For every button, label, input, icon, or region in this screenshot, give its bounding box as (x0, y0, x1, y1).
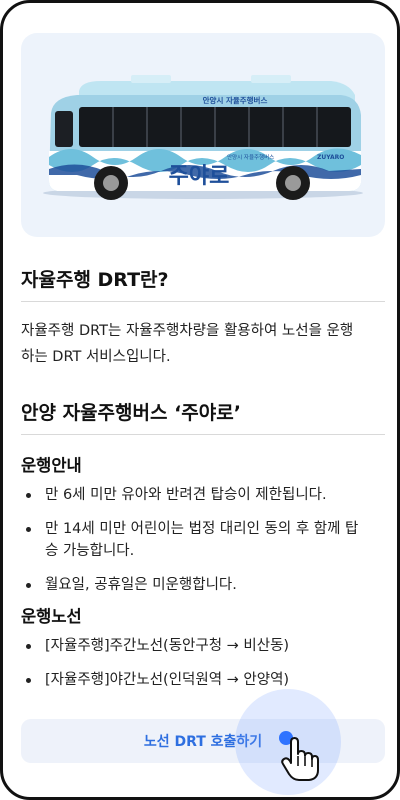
list-item-text: 만 14세 미만 어린이는 법정 대리인 동의 후 함께 탑 (45, 521, 359, 537)
list-item: 만 6세 미만 유아와 반려견 탑승이 제한됩니다. (21, 484, 385, 506)
divider (21, 434, 385, 435)
list-item: 월요일, 공휴일은 미운행합니다. (21, 574, 385, 596)
bullet-icon (26, 644, 31, 649)
bus-top-label: 안양시 자율주행버스 (203, 95, 268, 105)
bus-side-small-text: 안양시 자율주행버스 (227, 153, 274, 161)
bus-illustration: 안양시 자율주행버스 안양시 자율주행버스 주야로 ZUYARO (43, 75, 363, 200)
route-list: [자율주행]주간노선(동안구청 → 비산동) [자율주행]야간노선(인덕원역 →… (21, 635, 385, 703)
section-title-drt: 자율주행 DRT란? (21, 269, 169, 291)
list-item-text: 월요일, 공휴일은 미운행합니다. (45, 577, 237, 593)
list-item: 만 14세 미만 어린이는 법정 대리인 동의 후 함께 탑승 가능합니다. (21, 518, 385, 562)
bullet-icon (26, 583, 31, 588)
drt-description-line: 하는 DRT 서비스입니다. (21, 349, 171, 365)
pointer-hand-icon (281, 737, 319, 781)
list-item-text: [자율주행]야간노선(인덕원역 → 안양역) (45, 672, 290, 688)
list-item: [자율주행]주간노선(동안구청 → 비산동) (21, 635, 385, 657)
phone-frame: 안양시 자율주행버스 안양시 자율주행버스 주야로 ZUYARO 자율주행 DR… (0, 0, 400, 800)
bullet-icon (26, 493, 31, 498)
drt-description-line: 자율주행 DRT는 자율주행차량을 활용하여 노선을 운행 (21, 323, 354, 339)
drt-description: 자율주행 DRT는 자율주행차량을 활용하여 노선을 운행 하는 DRT 서비스… (21, 318, 387, 370)
divider (21, 301, 385, 302)
list-item-text: 만 6세 미만 유아와 반려견 탑승이 제한됩니다. (45, 487, 327, 503)
guide-title: 운행안내 (21, 456, 82, 475)
bus-logo-text: ZUYARO (317, 154, 344, 161)
route-title: 운행노선 (21, 607, 82, 626)
list-item-text: 승 가능합니다. (45, 543, 135, 559)
bullet-icon (26, 527, 31, 532)
list-item: [자율주행]야간노선(인덕원역 → 안양역) (21, 669, 385, 691)
bus-image-card: 안양시 자율주행버스 안양시 자율주행버스 주야로 ZUYARO (21, 33, 385, 237)
bullet-icon (26, 678, 31, 683)
guide-list: 만 6세 미만 유아와 반려견 탑승이 제한됩니다. 만 14세 미만 어린이는… (21, 484, 385, 608)
section-title-zuyaro: 안양 자율주행버스 ‘주야로’ (21, 402, 241, 424)
list-item-text: [자율주행]주간노선(동안구청 → 비산동) (45, 638, 290, 654)
bus-brand-text: 주야로 (169, 164, 230, 189)
